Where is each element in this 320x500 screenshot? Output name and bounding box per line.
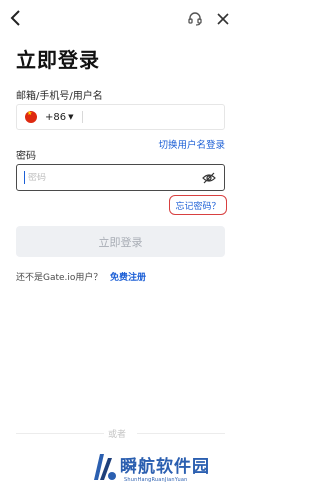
page-title: 立即登录 bbox=[16, 48, 100, 72]
password-label: 密码 bbox=[16, 151, 36, 162]
switch-username-login-link[interactable]: 切换用户名登录 bbox=[158, 137, 225, 151]
password-field[interactable] bbox=[16, 164, 225, 191]
watermark-subtitle: ShunHangRuanJianYuan bbox=[124, 477, 188, 483]
divider-line-right bbox=[137, 433, 225, 434]
headset-icon[interactable] bbox=[187, 11, 203, 27]
account-input[interactable] bbox=[88, 111, 199, 123]
password-input[interactable] bbox=[28, 172, 188, 183]
forgot-password-highlight: 忘记密码？ bbox=[169, 195, 227, 215]
text-cursor bbox=[24, 171, 25, 184]
watermark-logo-icon bbox=[94, 454, 116, 480]
divider-line-left bbox=[16, 433, 104, 434]
account-field[interactable]: +86 ▼ bbox=[16, 104, 225, 130]
login-button[interactable]: 立即登录 bbox=[16, 226, 225, 257]
forgot-password-link[interactable]: 忘记密码？ bbox=[175, 199, 220, 212]
watermark: 瞬航软件园 ShunHangRuanJianYuan bbox=[90, 448, 230, 496]
eye-off-icon[interactable] bbox=[202, 171, 216, 185]
close-icon[interactable] bbox=[216, 12, 230, 26]
caret-down-icon[interactable]: ▼ bbox=[68, 113, 73, 121]
top-bar bbox=[0, 0, 241, 36]
country-code[interactable]: +86 bbox=[45, 112, 66, 123]
china-flag-icon[interactable] bbox=[25, 110, 37, 123]
divider-text: 或者 bbox=[108, 430, 127, 440]
register-prompt: 还不是Gate.io用户？ bbox=[16, 273, 103, 283]
account-label: 邮箱/手机号/用户名 bbox=[16, 91, 103, 102]
back-chevron-icon[interactable] bbox=[8, 9, 24, 27]
watermark-title: 瞬航软件园 bbox=[120, 457, 210, 477]
field-divider bbox=[81, 111, 83, 123]
free-register-link[interactable]: 免费注册 bbox=[110, 270, 146, 283]
